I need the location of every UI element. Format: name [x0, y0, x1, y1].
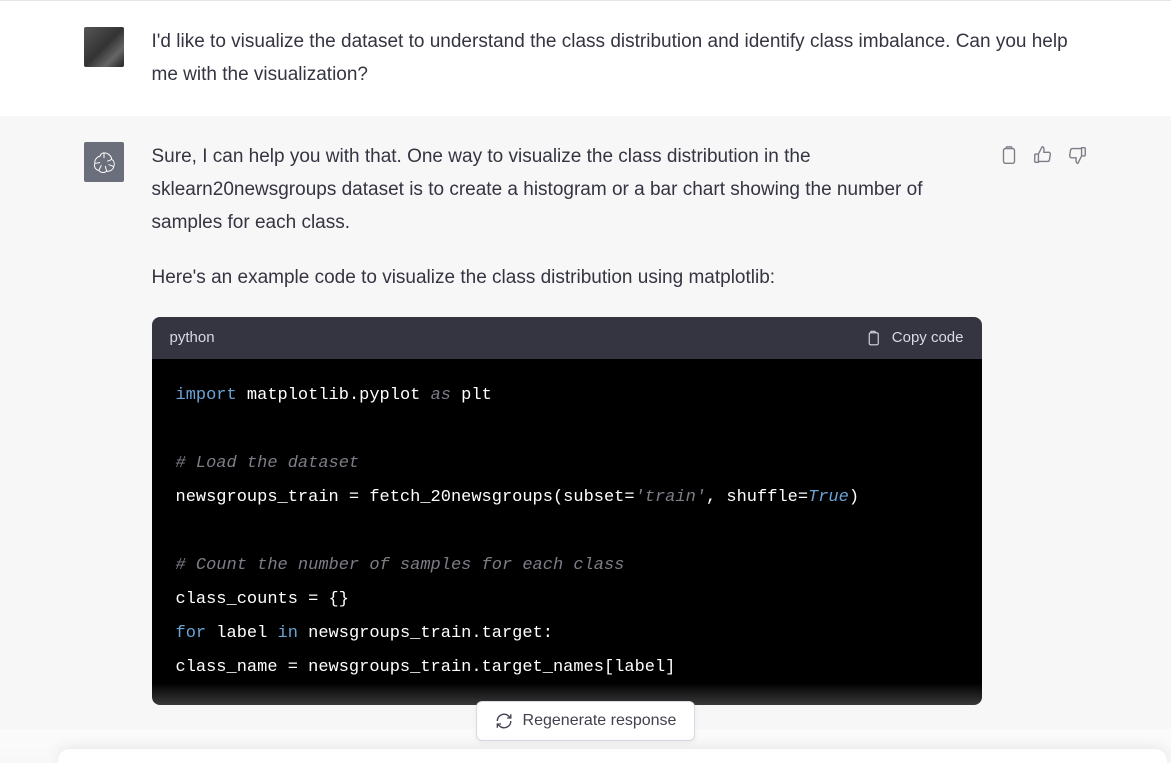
code-block: python Copy code import matplotlib.pyplo… — [152, 317, 982, 705]
thumbs-down-icon[interactable] — [1066, 144, 1088, 166]
user-message-row: I'd like to visualize the dataset to und… — [0, 1, 1171, 116]
openai-logo-icon — [91, 149, 117, 175]
feedback-buttons — [998, 144, 1088, 705]
assistant-paragraph-1: Sure, I can help you with that. One way … — [152, 140, 982, 240]
assistant-message-row: Sure, I can help you with that. One way … — [0, 116, 1171, 729]
user-message-content: I'd like to visualize the dataset to und… — [152, 25, 1088, 92]
user-message-text: I'd like to visualize the dataset to und… — [152, 31, 1068, 85]
assistant-message-content: Sure, I can help you with that. One way … — [152, 140, 982, 705]
regenerate-label: Regenerate response — [523, 712, 677, 730]
clipboard-icon[interactable] — [998, 144, 1020, 166]
copy-code-button[interactable]: Copy code — [864, 325, 964, 351]
assistant-paragraph-2: Here's an example code to visualize the … — [152, 261, 982, 294]
clipboard-icon — [864, 329, 882, 347]
user-avatar — [84, 27, 124, 67]
code-body: import matplotlib.pyplot as plt# Load th… — [152, 359, 982, 705]
refresh-icon — [495, 712, 513, 730]
copy-code-label: Copy code — [892, 325, 964, 351]
thumbs-up-icon[interactable] — [1032, 144, 1054, 166]
input-bar-peek[interactable] — [58, 749, 1167, 763]
regenerate-response-button[interactable]: Regenerate response — [476, 701, 696, 741]
code-language-label: python — [170, 325, 215, 351]
code-header: python Copy code — [152, 317, 982, 359]
assistant-avatar — [84, 142, 124, 182]
